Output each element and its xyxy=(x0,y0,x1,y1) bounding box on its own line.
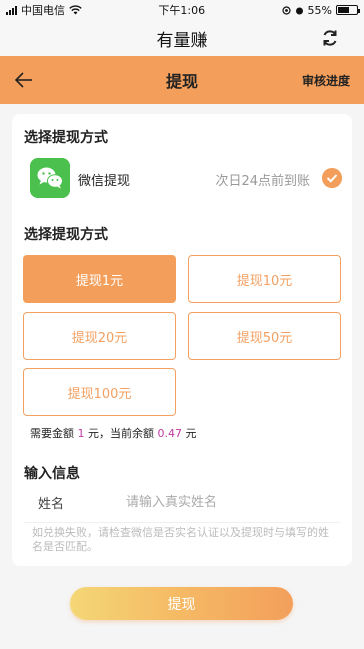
page-header: 提现 审核进度 xyxy=(0,56,364,104)
amount-option-20[interactable]: 提现20元 xyxy=(23,312,176,360)
carrier-label: 中国电信 xyxy=(21,4,65,17)
signal-icon xyxy=(6,5,17,15)
battery-icon xyxy=(336,5,360,15)
hint-text: 如兑换失败，请检查微信是否实名认证以及提现时与填写的姓名是否匹配。 xyxy=(32,526,329,553)
location-icon xyxy=(281,5,291,15)
amount-option-100[interactable]: 提现100元 xyxy=(23,368,176,416)
wechat-method-label: 微信提现 xyxy=(78,174,131,189)
app-title: 有量赚 xyxy=(156,30,208,51)
name-input[interactable] xyxy=(126,492,326,512)
page-title: 提现 xyxy=(165,72,198,91)
wifi-icon xyxy=(69,5,82,15)
check-icon xyxy=(322,168,342,188)
withdraw-submit-button[interactable]: 提现 xyxy=(70,587,293,620)
amount-option-1[interactable]: 提现1元 xyxy=(23,255,176,303)
status-right: 55% xyxy=(281,3,360,17)
balance-middle: 元，当前余额 xyxy=(88,427,154,440)
required-amount: 1 xyxy=(77,427,85,440)
amount-option-50[interactable]: 提现50元 xyxy=(188,312,341,360)
name-label: 姓名 xyxy=(38,497,65,512)
balance-suffix: 元 xyxy=(185,427,197,440)
method-section-title: 选择提现方式 xyxy=(24,130,108,146)
input-divider xyxy=(24,522,340,523)
balance-prefix: 需要金额 xyxy=(30,427,74,440)
audit-progress-link[interactable]: 审核进度 xyxy=(302,72,350,89)
refresh-icon[interactable] xyxy=(320,28,340,48)
arrival-time-note: 次日24点前到账 xyxy=(215,174,310,189)
wechat-icon xyxy=(30,158,70,198)
name-row: 姓名 xyxy=(38,492,338,512)
app-bar: 有量赚 xyxy=(0,20,364,56)
battery-percent: 55% xyxy=(307,3,332,17)
status-left: 中国电信 xyxy=(6,2,82,18)
balance-info: 需要金额 1 元，当前余额 0.47 元 xyxy=(30,425,197,441)
amount-option-10[interactable]: 提现10元 xyxy=(188,255,341,303)
status-time: 下午1:06 xyxy=(158,4,206,17)
input-section-title: 输入信息 xyxy=(24,466,80,482)
status-bar: 中国电信 下午1:06 55% xyxy=(0,0,364,20)
wechat-method-option[interactable]: 微信提现 次日24点前到账 xyxy=(30,158,342,198)
withdraw-card: 选择提现方式 微信提现 次日24点前到账 选择提现方式 提现1元 提现10元 提… xyxy=(12,114,352,566)
current-balance: 0.47 xyxy=(157,427,183,440)
arrow-left-icon[interactable] xyxy=(12,68,36,92)
alarm-icon xyxy=(295,7,303,14)
amount-section-title: 选择提现方式 xyxy=(24,227,108,243)
